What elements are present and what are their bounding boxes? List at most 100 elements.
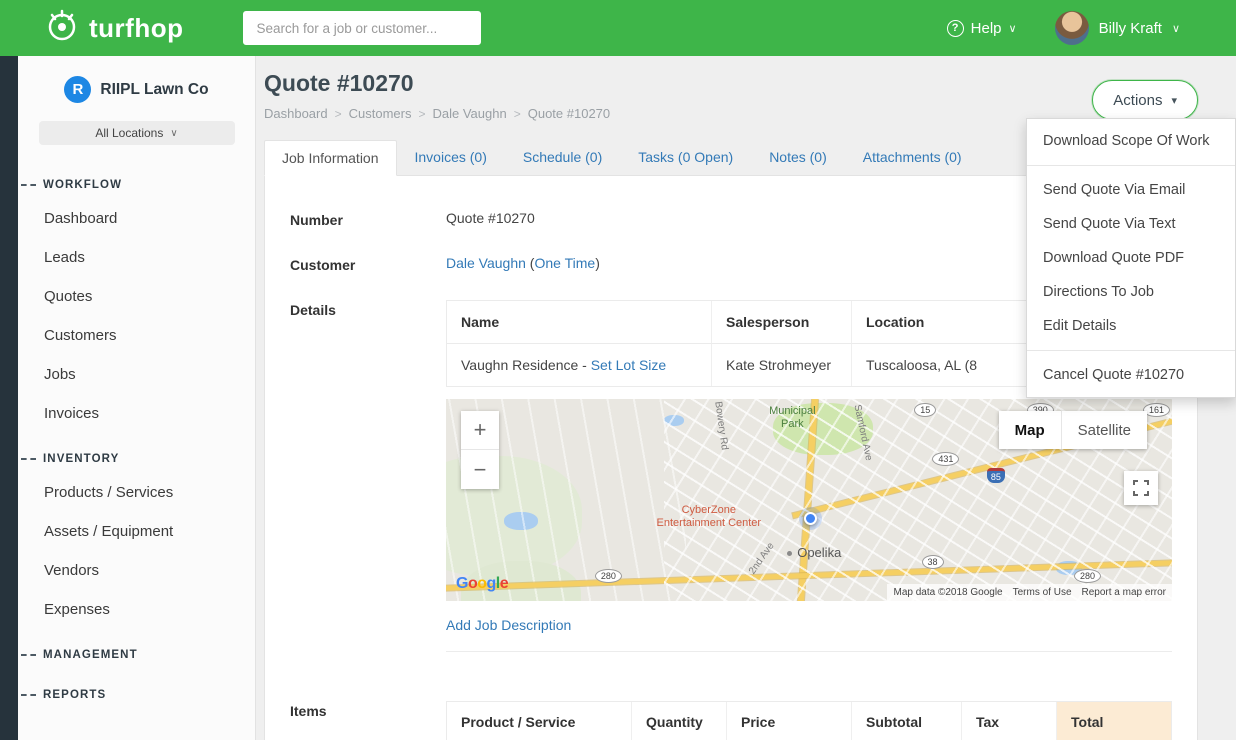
actions-button[interactable]: Actions ▾ [1092, 80, 1198, 120]
breadcrumb-separator: > [514, 107, 521, 121]
sidebar-item-invoices[interactable]: Invoices [18, 394, 255, 433]
tab-notes[interactable]: Notes (0) [751, 139, 845, 175]
help-icon: ? [947, 20, 964, 37]
breadcrumb-separator: > [335, 107, 342, 121]
zoom-in-button[interactable]: + [461, 411, 499, 450]
menu-item-cancel-quote[interactable]: Cancel Quote #10270 [1027, 358, 1235, 392]
chevron-down-icon: ∨ [1172, 22, 1180, 35]
chevron-down-icon: ∨ [1009, 22, 1017, 35]
menu-item-directions-to-job[interactable]: Directions To Job [1027, 275, 1235, 309]
route-shield-280: 280 [1074, 569, 1101, 583]
items-header-price: Price [727, 702, 852, 740]
menu-divider [1027, 350, 1235, 351]
location-marker [804, 512, 817, 525]
report-map-error-link[interactable]: Report a map error [1082, 587, 1166, 598]
tab-tasks[interactable]: Tasks (0 Open) [620, 139, 751, 175]
breadcrumb-dashboard[interactable]: Dashboard [264, 106, 328, 121]
sidebar-item-customers[interactable]: Customers [18, 316, 255, 355]
customer-label: Customer [290, 255, 446, 273]
breadcrumb-separator: > [418, 107, 425, 121]
items-table: Product / Service Quantity Price Subtota… [446, 701, 1172, 740]
menu-item-download-scope-of-work[interactable]: Download Scope Of Work [1027, 124, 1235, 158]
google-logo[interactable]: Google [456, 575, 508, 593]
interstate-shield-85: 85 [987, 468, 1005, 483]
tab-attachments[interactable]: Attachments (0) [845, 139, 980, 175]
map-data-credit: Map data ©2018 Google [893, 587, 1002, 598]
dash-icon [21, 694, 36, 696]
user-name: Billy Kraft [1099, 20, 1162, 37]
details-cell-name: Vaughn Residence - Set Lot Size [447, 344, 712, 386]
breadcrumb-customers[interactable]: Customers [349, 106, 412, 121]
items-header-total: Total [1057, 702, 1171, 740]
locations-label: All Locations [95, 126, 163, 140]
add-job-description-link[interactable]: Add Job Description [446, 617, 571, 633]
set-lot-size-link[interactable]: Set Lot Size [591, 357, 667, 373]
menu-item-edit-details[interactable]: Edit Details [1027, 309, 1235, 343]
sidebar-item-leads[interactable]: Leads [18, 238, 255, 277]
caret-down-icon: ▾ [1171, 94, 1177, 107]
app-logo-text: turfhop [89, 13, 183, 44]
dash-icon [21, 654, 36, 656]
menu-item-download-quote-pdf[interactable]: Download Quote PDF [1027, 241, 1235, 275]
items-header-subtotal: Subtotal [852, 702, 962, 740]
fullscreen-button[interactable] [1124, 471, 1158, 505]
items-field: Items Product / Service Quantity Price S… [290, 701, 1172, 740]
map-label-opelika: Opelika [787, 546, 841, 561]
map-label-cyberzone: CyberZoneEntertainment Center [657, 504, 762, 529]
route-shield-431: 431 [932, 452, 959, 466]
job-location-map[interactable]: MunicipalPark CyberZoneEntertainment Cen… [446, 399, 1172, 601]
chevron-down-icon: ∨ [170, 128, 177, 139]
main-content: Quote #10270 Dashboard > Customers > Dal… [256, 56, 1236, 740]
items-table-header: Product / Service Quantity Price Subtota… [447, 702, 1171, 740]
section-header-inventory: INVENTORY [18, 433, 255, 473]
zoom-out-button[interactable]: − [461, 450, 499, 489]
sidebar-item-dashboard[interactable]: Dashboard [18, 199, 255, 238]
tab-job-information[interactable]: Job Information [264, 140, 397, 176]
divider [446, 651, 1172, 652]
locations-dropdown[interactable]: All Locations ∨ [39, 121, 235, 145]
dash-icon [21, 184, 36, 186]
company-switcher[interactable]: R RIIPL Lawn Co [18, 56, 255, 115]
number-label: Number [290, 210, 446, 228]
company-logo: R [64, 76, 91, 103]
customer-link[interactable]: Dale Vaughn [446, 255, 526, 271]
sidebar-item-expenses[interactable]: Expenses [18, 590, 255, 629]
details-cell-salesperson: Kate Strohmeyer [712, 344, 852, 386]
menu-item-send-quote-via-text[interactable]: Send Quote Via Text [1027, 207, 1235, 241]
user-menu[interactable]: Billy Kraft ∨ [1055, 11, 1180, 45]
tab-invoices[interactable]: Invoices (0) [397, 139, 505, 175]
route-shield-38: 38 [922, 555, 944, 569]
items-label: Items [290, 701, 446, 740]
app-logo[interactable]: turfhop [44, 8, 183, 49]
map-type-control: Map Satellite [999, 411, 1147, 449]
sidebar-item-assets-equipment[interactable]: Assets / Equipment [18, 512, 255, 551]
sidebar-item-products-services[interactable]: Products / Services [18, 473, 255, 512]
map-view-button[interactable]: Map [999, 411, 1061, 449]
route-shield-161: 161 [1143, 403, 1170, 417]
breadcrumb-customer-name[interactable]: Dale Vaughn [433, 106, 507, 121]
actions-dropdown-menu: Download Scope Of Work Send Quote Via Em… [1026, 118, 1236, 398]
turfhop-sprinkler-icon [44, 8, 80, 49]
map-label-municipal-park: MunicipalPark [769, 405, 815, 430]
route-shield-280: 280 [595, 569, 622, 583]
global-search-input[interactable] [243, 11, 481, 45]
sidebar-item-jobs[interactable]: Jobs [18, 355, 255, 394]
fullscreen-icon [1133, 480, 1149, 496]
page-title: Quote #10270 [264, 70, 1198, 97]
help-menu[interactable]: ? Help ∨ [947, 20, 1017, 37]
items-header-product-service: Product / Service [447, 702, 632, 740]
section-header-reports: REPORTS [18, 669, 255, 709]
items-header-tax: Tax [962, 702, 1057, 740]
sidebar-item-vendors[interactable]: Vendors [18, 551, 255, 590]
city-dot-icon [787, 551, 792, 556]
customer-type-link[interactable]: One Time [534, 255, 595, 271]
terms-of-use-link[interactable]: Terms of Use [1013, 587, 1072, 598]
menu-divider [1027, 165, 1235, 166]
avatar [1055, 11, 1089, 45]
menu-item-send-quote-via-email[interactable]: Send Quote Via Email [1027, 173, 1235, 207]
dash-icon [21, 458, 36, 460]
section-header-workflow: WORKFLOW [18, 159, 255, 199]
tab-schedule[interactable]: Schedule (0) [505, 139, 620, 175]
satellite-view-button[interactable]: Satellite [1061, 411, 1147, 449]
sidebar-item-quotes[interactable]: Quotes [18, 277, 255, 316]
